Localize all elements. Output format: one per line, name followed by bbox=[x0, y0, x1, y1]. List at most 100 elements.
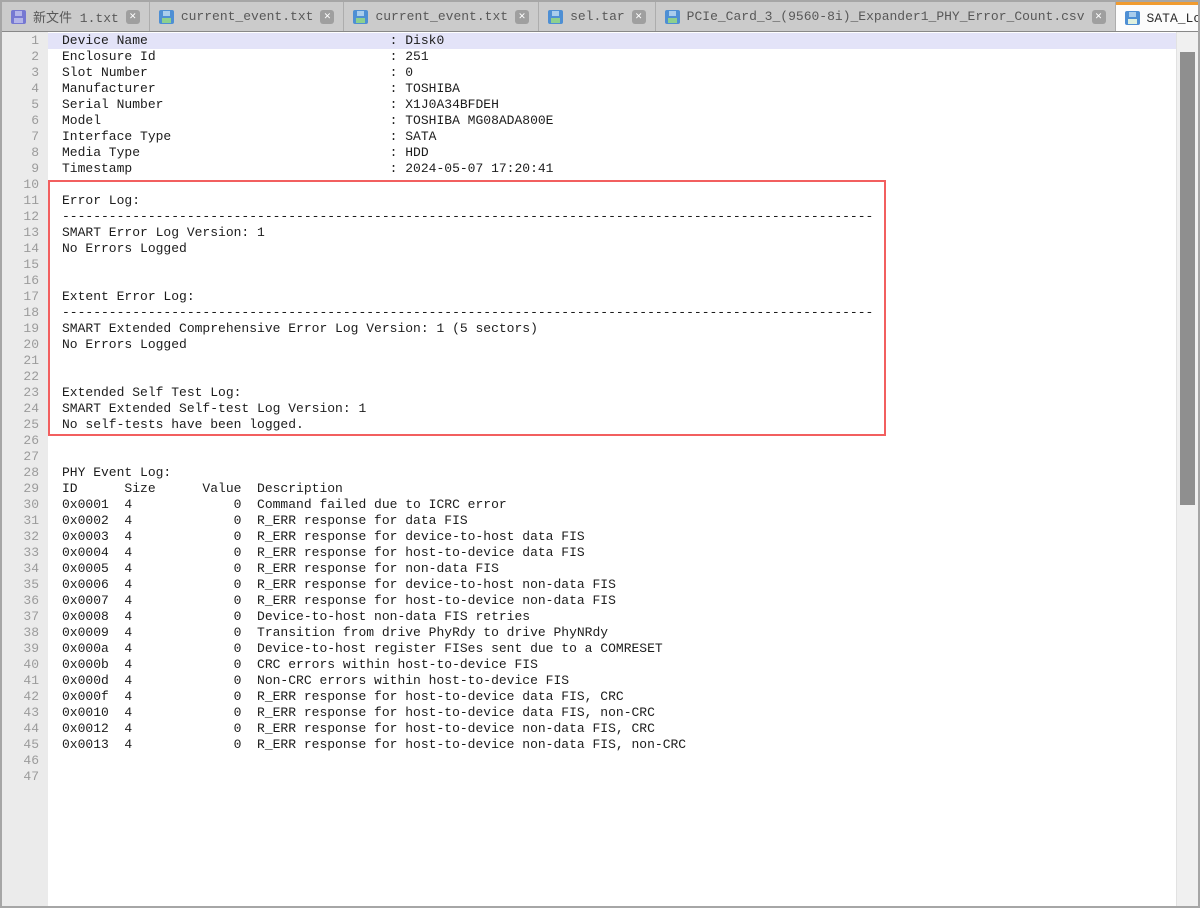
line-number[interactable]: 46 bbox=[2, 753, 39, 769]
line-number[interactable]: 25 bbox=[2, 417, 39, 433]
line-number[interactable]: 3 bbox=[2, 65, 39, 81]
text-line[interactable]: Device Name : Disk0 bbox=[48, 33, 1176, 49]
line-number[interactable]: 2 bbox=[2, 49, 39, 65]
scrollbar-thumb[interactable] bbox=[1180, 52, 1195, 505]
text-line[interactable] bbox=[48, 369, 1176, 385]
line-number[interactable]: 41 bbox=[2, 673, 39, 689]
text-line[interactable] bbox=[48, 433, 1176, 449]
text-line[interactable]: SMART Extended Comprehensive Error Log V… bbox=[48, 321, 1176, 337]
line-number[interactable]: 38 bbox=[2, 625, 39, 641]
code-area[interactable]: Device Name : Disk0Enclosure Id : 251Slo… bbox=[48, 32, 1176, 906]
line-number[interactable]: 35 bbox=[2, 577, 39, 593]
line-number[interactable]: 19 bbox=[2, 321, 39, 337]
line-number[interactable]: 21 bbox=[2, 353, 39, 369]
text-line[interactable]: Timestamp : 2024-05-07 17:20:41 bbox=[48, 161, 1176, 177]
line-number[interactable]: 43 bbox=[2, 705, 39, 721]
text-line[interactable]: 0x000a 4 0 Device-to-host register FISes… bbox=[48, 641, 1176, 657]
close-tab-icon[interactable]: ✕ bbox=[1092, 10, 1106, 24]
text-line[interactable] bbox=[48, 353, 1176, 369]
text-line[interactable]: No self-tests have been logged. bbox=[48, 417, 1176, 433]
tab-sel.tar[interactable]: sel.tar✕ bbox=[539, 2, 656, 31]
line-number[interactable]: 33 bbox=[2, 545, 39, 561]
line-number[interactable]: 30 bbox=[2, 497, 39, 513]
text-line[interactable]: 0x0012 4 0 R_ERR response for host-to-de… bbox=[48, 721, 1176, 737]
text-line[interactable]: Manufacturer : TOSHIBA bbox=[48, 81, 1176, 97]
line-number[interactable]: 36 bbox=[2, 593, 39, 609]
text-line[interactable]: No Errors Logged bbox=[48, 337, 1176, 353]
text-line[interactable]: 0x000f 4 0 R_ERR response for host-to-de… bbox=[48, 689, 1176, 705]
line-number[interactable]: 15 bbox=[2, 257, 39, 273]
line-number[interactable]: 8 bbox=[2, 145, 39, 161]
text-line[interactable]: Enclosure Id : 251 bbox=[48, 49, 1176, 65]
close-tab-icon[interactable]: ✕ bbox=[126, 10, 140, 24]
line-number[interactable]: 44 bbox=[2, 721, 39, 737]
text-editor-area[interactable]: 1234567891011121314151617181920212223242… bbox=[2, 32, 1198, 906]
text-line[interactable]: 0x0003 4 0 R_ERR response for device-to-… bbox=[48, 529, 1176, 545]
text-line[interactable]: 0x0006 4 0 R_ERR response for device-to-… bbox=[48, 577, 1176, 593]
text-line[interactable] bbox=[48, 273, 1176, 289]
text-line[interactable]: ID Size Value Description bbox=[48, 481, 1176, 497]
line-number[interactable]: 27 bbox=[2, 449, 39, 465]
line-number[interactable]: 31 bbox=[2, 513, 39, 529]
line-number[interactable]: 32 bbox=[2, 529, 39, 545]
tab-current_event.txt[interactable]: current_event.txt✕ bbox=[150, 2, 345, 31]
line-number[interactable]: 42 bbox=[2, 689, 39, 705]
line-number[interactable]: 6 bbox=[2, 113, 39, 129]
text-line[interactable]: Interface Type : SATA bbox=[48, 129, 1176, 145]
line-number[interactable]: 26 bbox=[2, 433, 39, 449]
tab-新文件 1.txt[interactable]: 新文件 1.txt✕ bbox=[2, 2, 150, 31]
line-number[interactable]: 23 bbox=[2, 385, 39, 401]
tab-current_event.txt[interactable]: current_event.txt✕ bbox=[344, 2, 539, 31]
line-number[interactable]: 47 bbox=[2, 769, 39, 785]
line-number[interactable]: 1 bbox=[2, 33, 39, 49]
text-line[interactable]: Model : TOSHIBA MG08ADA800E bbox=[48, 113, 1176, 129]
line-number[interactable]: 28 bbox=[2, 465, 39, 481]
text-line[interactable]: 0x0004 4 0 R_ERR response for host-to-de… bbox=[48, 545, 1176, 561]
tab-PCIe_Card_3_(9560-8i)_Expander1_PHY_Error_Count.csv[interactable]: PCIe_Card_3_(9560-8i)_Expander1_PHY_Erro… bbox=[656, 2, 1116, 31]
line-number[interactable]: 12 bbox=[2, 209, 39, 225]
line-number[interactable]: 37 bbox=[2, 609, 39, 625]
text-line[interactable] bbox=[48, 177, 1176, 193]
text-line[interactable]: Serial Number : X1J0A34BFDEH bbox=[48, 97, 1176, 113]
close-tab-icon[interactable]: ✕ bbox=[515, 10, 529, 24]
line-number[interactable]: 20 bbox=[2, 337, 39, 353]
line-number[interactable]: 18 bbox=[2, 305, 39, 321]
text-line[interactable] bbox=[48, 769, 1176, 785]
line-number[interactable]: 34 bbox=[2, 561, 39, 577]
line-number[interactable]: 22 bbox=[2, 369, 39, 385]
line-number[interactable]: 16 bbox=[2, 273, 39, 289]
text-line[interactable] bbox=[48, 449, 1176, 465]
text-line[interactable]: 0x0001 4 0 Command failed due to ICRC er… bbox=[48, 497, 1176, 513]
text-line[interactable] bbox=[48, 257, 1176, 273]
line-number[interactable]: 13 bbox=[2, 225, 39, 241]
text-line[interactable]: Error Log: bbox=[48, 193, 1176, 209]
line-number[interactable]: 24 bbox=[2, 401, 39, 417]
text-line[interactable]: Extent Error Log: bbox=[48, 289, 1176, 305]
line-number[interactable]: 45 bbox=[2, 737, 39, 753]
line-number[interactable]: 14 bbox=[2, 241, 39, 257]
text-line[interactable]: 0x000d 4 0 Non-CRC errors within host-to… bbox=[48, 673, 1176, 689]
line-number[interactable]: 39 bbox=[2, 641, 39, 657]
text-line[interactable]: Media Type : HDD bbox=[48, 145, 1176, 161]
text-line[interactable]: 0x0005 4 0 R_ERR response for non-data F… bbox=[48, 561, 1176, 577]
line-number[interactable]: 29 bbox=[2, 481, 39, 497]
text-line[interactable] bbox=[48, 753, 1176, 769]
line-number[interactable]: 7 bbox=[2, 129, 39, 145]
text-line[interactable]: 0x0008 4 0 Device-to-host non-data FIS r… bbox=[48, 609, 1176, 625]
text-line[interactable]: 0x000b 4 0 CRC errors within host-to-dev… bbox=[48, 657, 1176, 673]
text-line[interactable]: Slot Number : 0 bbox=[48, 65, 1176, 81]
close-tab-icon[interactable]: ✕ bbox=[320, 10, 334, 24]
text-line[interactable]: Extended Self Test Log: bbox=[48, 385, 1176, 401]
line-number[interactable]: 9 bbox=[2, 161, 39, 177]
text-line[interactable]: 0x0009 4 0 Transition from drive PhyRdy … bbox=[48, 625, 1176, 641]
text-line[interactable]: ----------------------------------------… bbox=[48, 209, 1176, 225]
line-number[interactable]: 17 bbox=[2, 289, 39, 305]
text-line[interactable]: ----------------------------------------… bbox=[48, 305, 1176, 321]
text-line[interactable]: No Errors Logged bbox=[48, 241, 1176, 257]
line-number[interactable]: 10 bbox=[2, 177, 39, 193]
text-line[interactable]: SMART Error Log Version: 1 bbox=[48, 225, 1176, 241]
text-line[interactable]: 0x0002 4 0 R_ERR response for data FIS bbox=[48, 513, 1176, 529]
line-number[interactable]: 5 bbox=[2, 97, 39, 113]
text-line[interactable]: 0x0013 4 0 R_ERR response for host-to-de… bbox=[48, 737, 1176, 753]
text-line[interactable]: PHY Event Log: bbox=[48, 465, 1176, 481]
